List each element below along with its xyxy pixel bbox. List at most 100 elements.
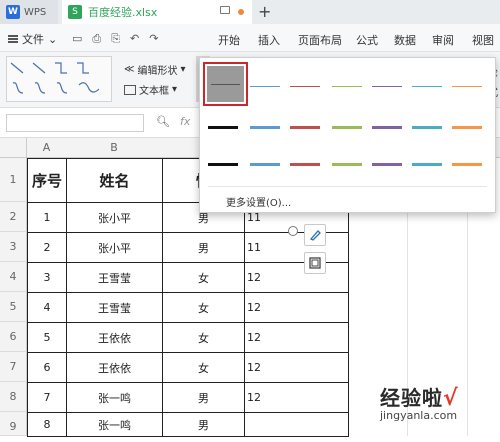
line-style-option[interactable] xyxy=(290,86,320,87)
line-style-option[interactable] xyxy=(452,163,482,166)
file-menu[interactable]: 文件 ⌄ xyxy=(8,31,57,47)
more-settings-item[interactable]: 更多设置(O)... xyxy=(226,194,291,209)
cell[interactable]: 7 xyxy=(27,382,67,413)
zoom-icon[interactable]: 🔍︎ xyxy=(156,115,170,128)
line-style-option[interactable] xyxy=(452,86,482,87)
line-style-option[interactable] xyxy=(290,163,320,166)
text-box-label: 文本框 xyxy=(139,86,169,97)
cell[interactable]: 12 xyxy=(244,262,349,293)
header-cell-index[interactable]: 序号 xyxy=(27,158,67,203)
edit-shape-button[interactable]: ≪ 编辑形状 ▾ xyxy=(124,62,186,77)
edit-shape-label: 编辑形状 xyxy=(137,66,178,77)
column-header-b[interactable]: B xyxy=(66,141,162,154)
header-cell-name[interactable]: 姓名 xyxy=(66,158,163,203)
tab-insert[interactable]: 插入 xyxy=(258,32,298,48)
line-style-option[interactable] xyxy=(290,126,320,129)
cell[interactable]: 张小平 xyxy=(66,232,163,263)
cell[interactable]: 张一鸣 xyxy=(66,412,163,437)
name-box[interactable] xyxy=(6,114,144,132)
cell[interactable]: 男 xyxy=(162,412,245,437)
select-all-corner[interactable] xyxy=(0,138,27,158)
new-tab-button[interactable]: + xyxy=(258,2,271,21)
row-header-5[interactable]: 5 xyxy=(0,292,27,322)
line-style-option[interactable] xyxy=(250,163,280,166)
line-style-option[interactable] xyxy=(208,163,238,166)
cell[interactable]: 3 xyxy=(27,262,67,293)
cell[interactable]: 12 xyxy=(244,292,349,323)
spreadsheet-icon: S xyxy=(68,5,82,19)
line-style-option[interactable] xyxy=(412,163,442,166)
monitor-icon[interactable] xyxy=(220,6,230,14)
line-style-option[interactable] xyxy=(332,126,362,129)
cell[interactable]: 12 xyxy=(244,322,349,353)
line-style-option[interactable] xyxy=(332,86,362,87)
tab-formulas[interactable]: 公式 xyxy=(356,32,394,48)
line-style-option[interactable] xyxy=(372,163,402,166)
cell[interactable]: 张一鸣 xyxy=(66,382,163,413)
line-style-option[interactable] xyxy=(372,126,402,129)
shape-layout-button[interactable] xyxy=(304,252,326,274)
print-preview-icon[interactable]: ⎘ xyxy=(111,32,120,46)
undo-icon[interactable]: ↶ xyxy=(130,32,139,46)
tab-wps-home[interactable]: W WPS xyxy=(0,0,58,24)
tab-view[interactable]: 视图 xyxy=(472,32,500,48)
line-style-dropdown: 更多设置(O)... xyxy=(199,57,496,213)
file-menu-label: 文件 xyxy=(22,33,44,46)
shape-gallery[interactable] xyxy=(6,56,112,102)
cell[interactable]: 4 xyxy=(27,292,67,323)
cell[interactable]: 8 xyxy=(27,412,67,437)
line-style-option[interactable] xyxy=(412,126,442,129)
cell[interactable]: 张小平 xyxy=(66,202,163,233)
line-style-option[interactable] xyxy=(412,86,442,87)
cell[interactable]: 11 xyxy=(244,232,349,263)
row-header-6[interactable]: 6 xyxy=(0,322,27,352)
cell[interactable]: 王雪莹 xyxy=(66,292,163,323)
line-style-option[interactable] xyxy=(372,86,402,87)
shape-rotate-handle[interactable] xyxy=(288,226,298,236)
tab-document[interactable]: S 百度经验.xlsx xyxy=(62,0,252,24)
line-style-option[interactable] xyxy=(250,126,280,129)
text-box-icon xyxy=(124,84,136,95)
cell[interactable]: 王雪莹 xyxy=(66,262,163,293)
fx-icon[interactable]: fx xyxy=(180,115,190,128)
cell[interactable]: 女 xyxy=(162,352,245,383)
row-header-3[interactable]: 3 xyxy=(0,232,27,262)
cell[interactable]: 王依依 xyxy=(66,322,163,353)
cell[interactable]: 12 xyxy=(244,382,349,413)
line-style-option[interactable] xyxy=(250,86,280,87)
row-header-4[interactable]: 4 xyxy=(0,262,27,292)
cell[interactable]: 5 xyxy=(27,322,67,353)
cell[interactable]: 1 xyxy=(27,202,67,233)
line-style-option[interactable] xyxy=(208,126,238,129)
cell[interactable]: 12 xyxy=(244,352,349,383)
cell[interactable]: 男 xyxy=(162,382,245,413)
cell[interactable]: 女 xyxy=(162,292,245,323)
row-header-1[interactable]: 1 xyxy=(0,158,27,202)
redo-icon[interactable]: ↷ xyxy=(149,32,158,46)
table-row: 5 王依依 女 12 xyxy=(27,322,349,353)
row-header-2[interactable]: 2 xyxy=(0,202,27,232)
cell[interactable]: 女 xyxy=(162,322,245,353)
tab-home[interactable]: 开始 xyxy=(218,32,258,48)
cell[interactable] xyxy=(244,412,349,437)
tab-page-layout[interactable]: 页面布局 xyxy=(298,32,356,48)
ribbon-tabs: 开始 插入 页面布局 公式 数据 审阅 视图 xyxy=(218,32,500,48)
save-icon[interactable]: ▭ xyxy=(72,32,82,46)
row-header-7[interactable]: 7 xyxy=(0,352,27,382)
text-box-button[interactable]: 文本框 ▾ xyxy=(124,82,177,97)
line-style-selected[interactable] xyxy=(203,62,248,106)
tab-review[interactable]: 审阅 xyxy=(432,32,472,48)
line-style-option[interactable] xyxy=(332,163,362,166)
cell[interactable]: 男 xyxy=(162,232,245,263)
print-icon[interactable]: ⎙ xyxy=(92,32,101,46)
row-header-8[interactable]: 8 xyxy=(0,382,27,412)
line-style-option[interactable] xyxy=(452,126,482,129)
cell[interactable]: 6 xyxy=(27,352,67,383)
row-header-9[interactable]: 9 xyxy=(0,412,27,436)
column-header-a[interactable]: A xyxy=(27,141,66,154)
cell[interactable]: 2 xyxy=(27,232,67,263)
shape-style-button[interactable] xyxy=(304,224,326,246)
tab-data[interactable]: 数据 xyxy=(394,32,432,48)
cell[interactable]: 王依依 xyxy=(66,352,163,383)
cell[interactable]: 女 xyxy=(162,262,245,293)
